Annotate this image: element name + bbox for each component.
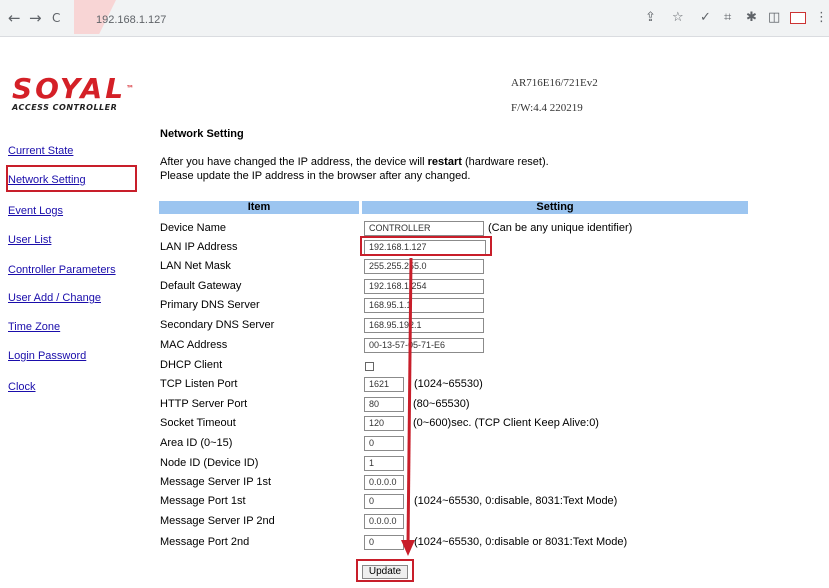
arrow-shaft [406,257,413,547]
annotation-arrow [401,257,415,556]
arrow-head [401,540,415,556]
